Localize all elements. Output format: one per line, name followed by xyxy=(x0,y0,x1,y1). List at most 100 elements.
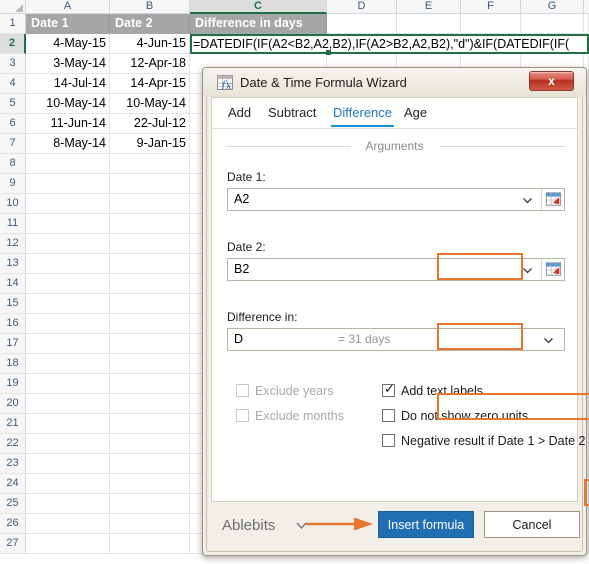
grid-cell[interactable] xyxy=(110,474,190,494)
grid-cell[interactable] xyxy=(521,14,584,34)
cell-b3[interactable]: 12-Apr-18 xyxy=(110,54,190,74)
tab-difference[interactable]: Difference xyxy=(331,102,395,127)
grid-cell[interactable] xyxy=(110,374,190,394)
cell-a3[interactable]: 3-May-14 xyxy=(26,54,110,74)
row-header-22[interactable]: 22 xyxy=(0,434,26,454)
close-icon[interactable]: x xyxy=(529,71,574,91)
grid-cell[interactable] xyxy=(26,534,110,554)
row-header-2[interactable]: 2 xyxy=(0,34,26,54)
row-header-23[interactable]: 23 xyxy=(0,454,26,474)
column-header-h[interactable] xyxy=(584,0,589,14)
grid-cell[interactable] xyxy=(110,254,190,274)
row-header-12[interactable]: 12 xyxy=(0,234,26,254)
range-picker-icon[interactable] xyxy=(541,259,564,280)
cancel-button[interactable]: Cancel xyxy=(484,511,580,538)
column-header-c[interactable]: C xyxy=(190,0,327,14)
column-header-d[interactable]: D xyxy=(327,0,397,14)
row-header-7[interactable]: 7 xyxy=(0,134,26,154)
grid-cell[interactable] xyxy=(110,194,190,214)
chevron-down-icon[interactable] xyxy=(296,521,307,530)
grid-cell[interactable] xyxy=(26,494,110,514)
grid-cell[interactable] xyxy=(26,354,110,374)
grid-cell[interactable] xyxy=(327,14,397,34)
grid-cell[interactable] xyxy=(110,234,190,254)
row-header-21[interactable]: 21 xyxy=(0,414,26,434)
grid-cell[interactable] xyxy=(26,414,110,434)
grid-cell[interactable] xyxy=(26,374,110,394)
date-1-field[interactable]: A2 xyxy=(227,188,565,211)
cell-b7[interactable]: 9-Jan-15 xyxy=(110,134,190,154)
row-header-27[interactable]: 27 xyxy=(0,534,26,554)
grid-cell[interactable] xyxy=(110,434,190,454)
checkbox-box[interactable] xyxy=(236,384,249,397)
cell-b4[interactable]: 14-Apr-15 xyxy=(110,74,190,94)
chevron-down-icon[interactable] xyxy=(521,194,534,207)
row-header-3[interactable]: 3 xyxy=(0,54,26,74)
row-header-24[interactable]: 24 xyxy=(0,474,26,494)
grid-cell[interactable] xyxy=(26,174,110,194)
checkbox-box[interactable] xyxy=(382,434,395,447)
column-header-g[interactable]: G xyxy=(521,0,584,14)
grid-cell[interactable] xyxy=(110,534,190,554)
grid-cell[interactable] xyxy=(110,354,190,374)
row-header-19[interactable]: 19 xyxy=(0,374,26,394)
grid-cell[interactable] xyxy=(26,334,110,354)
row-header-20[interactable]: 20 xyxy=(0,394,26,414)
grid-cell[interactable] xyxy=(110,174,190,194)
row-header-16[interactable]: 16 xyxy=(0,314,26,334)
row-header-15[interactable]: 15 xyxy=(0,294,26,314)
grid-cell[interactable] xyxy=(110,274,190,294)
difference-in-field[interactable]: D = 31 days xyxy=(227,328,565,351)
ablebits-menu[interactable]: Ablebits xyxy=(222,515,275,537)
column-header-e[interactable]: E xyxy=(397,0,461,14)
row-header-18[interactable]: 18 xyxy=(0,354,26,374)
grid-cell[interactable] xyxy=(397,14,461,34)
range-picker-icon[interactable] xyxy=(541,189,564,210)
grid-cell[interactable] xyxy=(110,214,190,234)
grid-cell[interactable] xyxy=(110,334,190,354)
grid-cell[interactable] xyxy=(26,294,110,314)
date-time-formula-wizard-dialog[interactable]: fx Date & Time Formula Wizard x Add Subt… xyxy=(202,67,589,556)
row-header-1[interactable]: 1 xyxy=(0,14,26,34)
grid-cell[interactable] xyxy=(26,514,110,534)
select-all-corner[interactable] xyxy=(0,0,26,14)
grid-cell[interactable] xyxy=(110,514,190,534)
grid-cell[interactable] xyxy=(110,394,190,414)
chevron-down-icon[interactable] xyxy=(521,264,534,277)
cell-b5[interactable]: 10-May-14 xyxy=(110,94,190,114)
cell-a7[interactable]: 8-May-14 xyxy=(26,134,110,154)
grid-cell[interactable] xyxy=(584,14,589,34)
column-header-a[interactable]: A xyxy=(26,0,110,14)
row-header-9[interactable]: 9 xyxy=(0,174,26,194)
grid-cell[interactable] xyxy=(110,154,190,174)
row-header-4[interactable]: 4 xyxy=(0,74,26,94)
cell-b2[interactable]: 4-Jun-15 xyxy=(110,34,190,54)
chevron-down-icon[interactable] xyxy=(542,334,555,347)
grid-cell[interactable] xyxy=(26,454,110,474)
row-header-14[interactable]: 14 xyxy=(0,274,26,294)
active-cell-c2[interactable]: =DATEDIF(IF(A2<B2,A2,B2),IF(A2>B2,A2,B2)… xyxy=(190,34,589,54)
fill-handle[interactable] xyxy=(326,50,331,55)
cell-a5[interactable]: 10-May-14 xyxy=(26,94,110,114)
checkbox-box[interactable]: ✓ xyxy=(382,382,395,397)
cell-a2[interactable]: 4-May-15 xyxy=(26,34,110,54)
grid-cell[interactable] xyxy=(110,454,190,474)
grid-cell[interactable] xyxy=(26,394,110,414)
grid-cell[interactable] xyxy=(26,194,110,214)
date-2-field[interactable]: B2 xyxy=(227,258,565,281)
tab-age[interactable]: Age xyxy=(402,102,429,127)
row-header-11[interactable]: 11 xyxy=(0,214,26,234)
grid-cell[interactable] xyxy=(110,314,190,334)
checkbox-box[interactable] xyxy=(236,409,249,422)
tab-subtract[interactable]: Subtract xyxy=(266,102,318,127)
insert-formula-button[interactable]: Insert formula xyxy=(378,511,474,538)
grid-cell[interactable] xyxy=(26,234,110,254)
row-header-26[interactable]: 26 xyxy=(0,514,26,534)
row-header-13[interactable]: 13 xyxy=(0,254,26,274)
grid-cell[interactable] xyxy=(26,474,110,494)
grid-cell[interactable] xyxy=(26,314,110,334)
grid-cell[interactable] xyxy=(110,494,190,514)
dialog-titlebar[interactable]: fx Date & Time Formula Wizard x xyxy=(203,68,586,97)
cell-b6[interactable]: 22-Jul-12 xyxy=(110,114,190,134)
row-header-10[interactable]: 10 xyxy=(0,194,26,214)
